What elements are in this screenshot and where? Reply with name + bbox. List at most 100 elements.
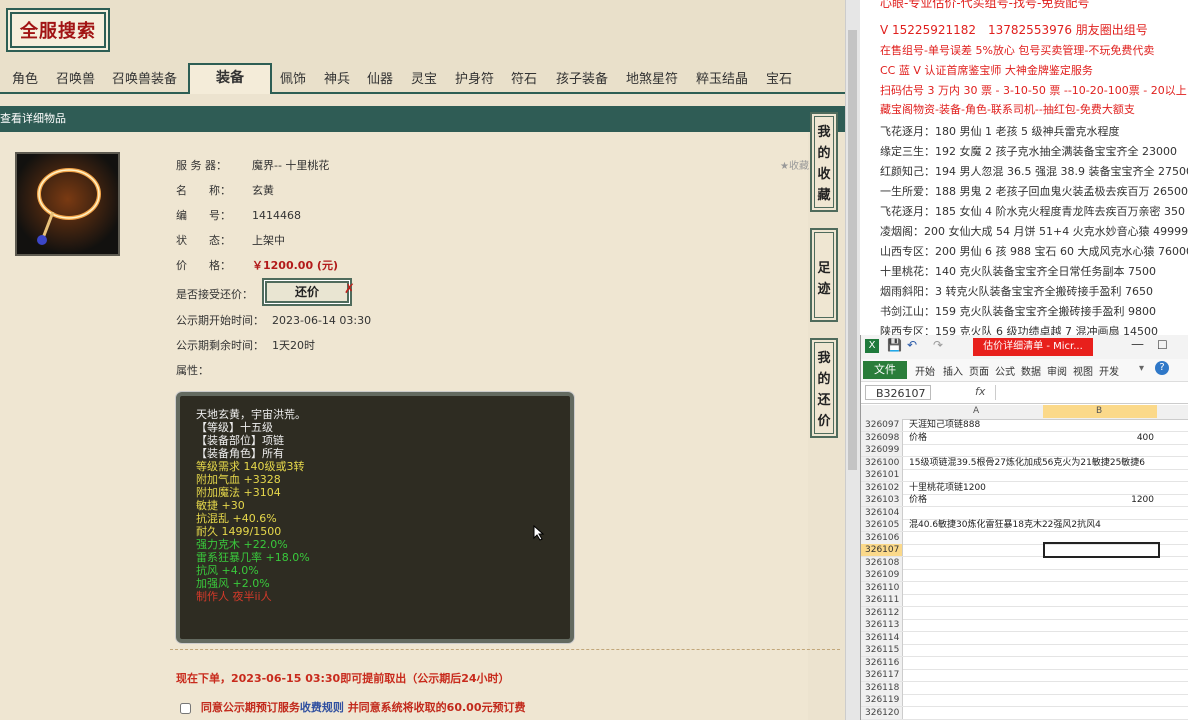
row-number[interactable]: 326116	[861, 656, 903, 669]
row-number[interactable]: 326110	[861, 581, 903, 594]
save-icon[interactable]: 💾	[887, 338, 902, 352]
table-row: 326110	[861, 581, 1188, 595]
col-b-header[interactable]: B	[1096, 406, 1102, 416]
row-number[interactable]: 326109	[861, 569, 903, 581]
table-row: 326113	[861, 619, 1188, 633]
row-number[interactable]: 326097	[861, 419, 903, 431]
row-number[interactable]: 326105	[861, 519, 903, 531]
scrollbar-thumb[interactable]	[848, 30, 857, 470]
table-row: 326103 价格 1200	[861, 494, 1188, 508]
accept-haggle-label: 是否接受还价：	[176, 288, 253, 301]
selected-cell[interactable]	[1043, 542, 1160, 558]
fee-rules-link[interactable]: 收费规则	[300, 701, 344, 714]
cell-b[interactable]: 1200	[1044, 494, 1154, 506]
row-number[interactable]: 326112	[861, 606, 903, 619]
tab-child-equipment[interactable]: 孩子装备	[556, 68, 608, 87]
price-label: 价 格：	[176, 259, 231, 272]
attributes-label: 属性：	[176, 364, 209, 377]
row-number[interactable]: 326106	[861, 531, 903, 544]
row-number[interactable]: 326098	[861, 431, 903, 444]
ribbon-tab-data[interactable]: 数据	[1021, 363, 1041, 378]
chevron-icon[interactable]: ▾	[1139, 363, 1144, 374]
ribbon-tab-review[interactable]: 审阅	[1047, 363, 1067, 378]
minimize-icon[interactable]: —	[1131, 337, 1144, 352]
ribbon-tab-file[interactable]: 文件	[863, 361, 907, 379]
tab-gem[interactable]: 宝石	[766, 68, 792, 87]
collect-link[interactable]: ★收藏	[780, 157, 809, 172]
tab-star-rune[interactable]: 地煞星符	[626, 68, 678, 87]
note-line: 藏宝阁物资-装备-角色-联系司机--抽红包-免费大额支	[880, 103, 1135, 116]
publicity-remaining-value: 1天20时	[272, 339, 315, 352]
cell-a[interactable]: 价格	[909, 494, 927, 506]
agree-prefix: 同意公示期预订服务	[200, 701, 300, 714]
row-number[interactable]: 326117	[861, 669, 903, 681]
row-number[interactable]: 326119	[861, 694, 903, 706]
cell-a[interactable]: 十里桃花项链1200	[909, 482, 986, 494]
row-number[interactable]: 326115	[861, 644, 903, 656]
table-row: 326102 十里桃花项链1200	[861, 481, 1188, 495]
row-number[interactable]: 326114	[861, 631, 903, 644]
note-line: 烟雨斜阳：3 转克火队装备宝宝齐全搬砖接手盈利 7650	[880, 285, 1153, 298]
tab-divine-weapon[interactable]: 神兵	[324, 68, 350, 87]
ribbon-tab-insert[interactable]: 插入	[943, 363, 963, 378]
row-number[interactable]: 326113	[861, 619, 903, 631]
row-number[interactable]: 326118	[861, 681, 903, 694]
row-number[interactable]: 326100	[861, 456, 903, 469]
tab-summon[interactable]: 召唤兽	[56, 68, 95, 87]
ribbon-tab-formula[interactable]: 公式	[995, 363, 1015, 378]
side-tab-my-haggle[interactable]: 我的还价	[810, 338, 838, 438]
tab-immortal-device[interactable]: 仙器	[367, 68, 393, 87]
tab-role[interactable]: 角色	[12, 68, 38, 87]
help-icon[interactable]: ?	[1155, 361, 1169, 375]
formula-bar: B326107 fx	[861, 383, 1188, 404]
table-row: 326115	[861, 644, 1188, 658]
note-line: 扫码估号 3 万内 30 票 - 3-10-50 票 --10-20-100票 …	[880, 84, 1188, 97]
ribbon-tab-view[interactable]: 视图	[1073, 363, 1093, 378]
item-image	[15, 152, 120, 256]
name-box[interactable]: B326107	[865, 385, 931, 400]
side-tab-footprint[interactable]: 足迹	[810, 228, 838, 322]
maximize-icon[interactable]: ☐	[1157, 338, 1168, 352]
tab-rune-stone[interactable]: 符石	[511, 68, 537, 87]
row-number[interactable]: 326104	[861, 506, 903, 519]
row-number[interactable]: 326099	[861, 444, 903, 456]
tab-jade-crystal[interactable]: 粹玉结晶	[696, 68, 748, 87]
cell-a[interactable]: 15级项链混39.5根骨27炼化加成56克火为21敏捷25敏捷6	[909, 457, 1145, 469]
ribbon-tab-page[interactable]: 页面	[969, 363, 989, 378]
row-number[interactable]: 326120	[861, 706, 903, 719]
server-search-logo[interactable]: 全服搜索	[6, 8, 110, 52]
row-number[interactable]: 326103	[861, 494, 903, 506]
tab-amulet[interactable]: 护身符	[455, 68, 494, 87]
top-bar: 全服搜索	[0, 0, 845, 62]
side-tab-my-collection[interactable]: 我的收藏	[810, 112, 838, 212]
row-number[interactable]: 326101	[861, 469, 903, 481]
cell-a[interactable]: 混40.6敏捷30炼化雷狂暴18克木22强风2抗风4	[909, 519, 1101, 531]
row-number[interactable]: 326102	[861, 481, 903, 494]
formula-input[interactable]	[995, 385, 1186, 400]
tab-equipment[interactable]: 装备	[188, 63, 272, 94]
tab-summon-equipment[interactable]: 召唤兽装备	[112, 68, 177, 87]
haggle-button[interactable]: 还价	[262, 278, 352, 306]
attributes-row: 属性：	[176, 362, 209, 378]
table-row: 326100 15级项链混39.5根骨27炼化加成56克火为21敏捷25敏捷6	[861, 456, 1188, 470]
agree-checkbox[interactable]	[180, 702, 191, 714]
undo-icon[interactable]: ↶	[907, 338, 917, 352]
fx-icon[interactable]: fx	[975, 385, 985, 398]
cell-a[interactable]: 天涯知己项链888	[909, 419, 980, 431]
cell-a[interactable]: 价格	[909, 432, 927, 444]
ribbon-tab-developer[interactable]: 开发	[1099, 363, 1119, 378]
excel-app-icon: X	[865, 339, 879, 353]
col-a-header[interactable]: A	[973, 406, 979, 416]
row-number-selected[interactable]: 326107	[861, 544, 903, 556]
page-scrollbar[interactable]	[845, 0, 860, 720]
price-value: ￥1200.00 (元)	[252, 259, 338, 272]
cell-b[interactable]: 400	[1044, 432, 1154, 444]
note-line: 十里桃花：140 克火队装备宝宝齐全日常任务副本 7500	[880, 265, 1156, 278]
row-number[interactable]: 326111	[861, 594, 903, 606]
row-number[interactable]: 326108	[861, 556, 903, 569]
tab-spirit-treasure[interactable]: 灵宝	[411, 68, 437, 87]
table-row: 326105 混40.6敏捷30炼化雷狂暴18克木22强风2抗风4	[861, 519, 1188, 533]
tab-accessory[interactable]: 佩饰	[280, 68, 306, 87]
ribbon-tab-home[interactable]: 开始	[915, 363, 935, 378]
redo-icon[interactable]: ↷	[933, 338, 943, 352]
